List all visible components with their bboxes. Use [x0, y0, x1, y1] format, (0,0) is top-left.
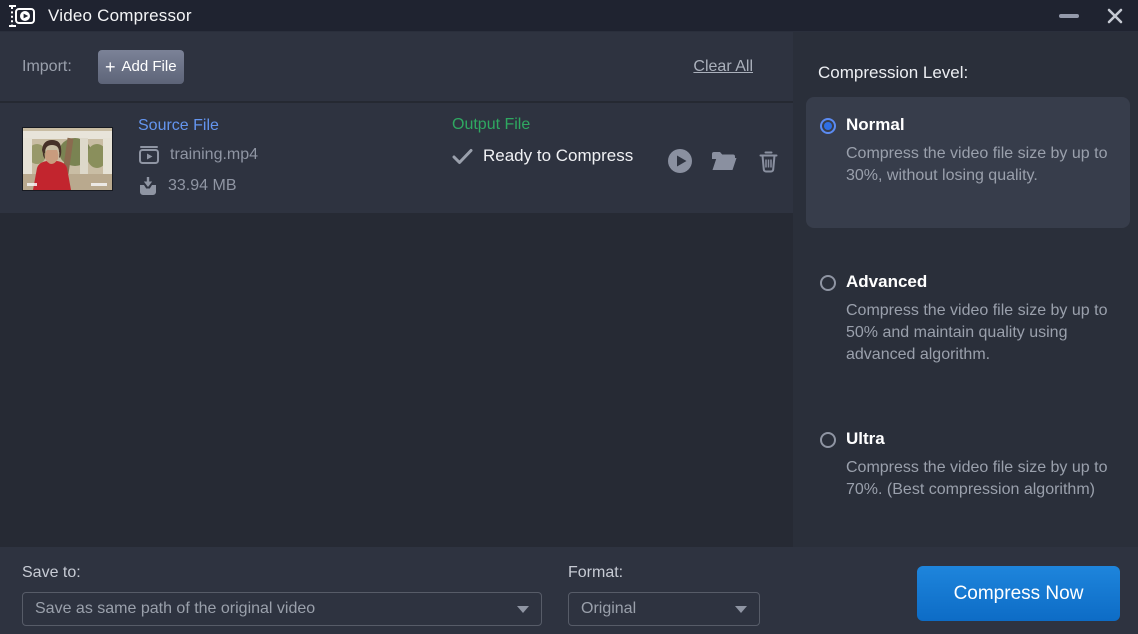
- import-label: Import:: [22, 58, 72, 76]
- play-button[interactable]: [666, 147, 694, 175]
- radio-normal[interactable]: [820, 118, 836, 134]
- add-file-label: Add File: [122, 58, 177, 75]
- radio-ultra[interactable]: [820, 432, 836, 448]
- open-folder-button[interactable]: [710, 147, 738, 175]
- play-circle-icon: [667, 148, 693, 174]
- compression-option-advanced[interactable]: Advanced Compress the video file size by…: [806, 272, 1130, 366]
- minimize-icon: [1059, 14, 1079, 18]
- check-icon: [452, 148, 473, 165]
- video-compressor-window: Video Compressor Import: + Add File Clea…: [0, 0, 1138, 634]
- folder-open-icon: [711, 151, 737, 171]
- source-file-label: Source File: [138, 117, 258, 135]
- save-to-select[interactable]: Save as same path of the original video: [22, 592, 542, 626]
- video-thumbnail[interactable]: [22, 127, 113, 191]
- window-controls: [1046, 0, 1138, 32]
- compress-now-button[interactable]: Compress Now: [917, 566, 1120, 621]
- import-toolbar: Import: + Add File Clear All: [0, 32, 793, 101]
- format-value: Original: [581, 600, 735, 618]
- compression-option-normal[interactable]: Normal Compress the video file size by u…: [806, 97, 1130, 228]
- option-normal-label: Normal: [846, 115, 1118, 135]
- compression-panel: Compression Level: Normal Compress the v…: [793, 32, 1138, 547]
- radio-advanced[interactable]: [820, 275, 836, 291]
- option-ultra-label: Ultra: [846, 429, 1118, 449]
- chevron-down-icon: [517, 606, 529, 613]
- minimize-button[interactable]: [1046, 0, 1092, 32]
- save-to-value: Save as same path of the original video: [35, 600, 517, 618]
- footer-bar: Save to: Save as same path of the origin…: [0, 547, 1138, 634]
- option-advanced-description: Compress the video file size by up to 50…: [846, 300, 1118, 366]
- window-title: Video Compressor: [48, 6, 192, 26]
- file-size: 33.94 MB: [168, 177, 236, 195]
- delete-button[interactable]: [754, 147, 782, 175]
- compression-heading: Compression Level:: [818, 63, 968, 83]
- add-file-button[interactable]: + Add File: [98, 50, 184, 84]
- file-actions: [666, 147, 782, 175]
- file-name: training.mp4: [170, 146, 258, 164]
- trash-icon: [759, 150, 778, 173]
- video-file-icon: [138, 145, 160, 165]
- titlebar: Video Compressor: [0, 0, 1138, 32]
- file-list-panel: Import: + Add File Clear All: [0, 32, 793, 547]
- chevron-down-icon: [735, 606, 747, 613]
- close-icon: [1106, 7, 1124, 25]
- output-file-info: Output File Ready to Compress: [452, 116, 633, 166]
- clear-all-link[interactable]: Clear All: [693, 58, 753, 76]
- option-advanced-label: Advanced: [846, 272, 1118, 292]
- close-button[interactable]: [1092, 0, 1138, 32]
- output-file-label: Output File: [452, 116, 633, 134]
- plus-icon: +: [105, 58, 116, 76]
- source-file-info: Source File training.mp4 33.94: [138, 117, 258, 197]
- compression-option-ultra[interactable]: Ultra Compress the video file size by up…: [806, 429, 1130, 501]
- file-row: Source File training.mp4 33.94: [0, 103, 793, 213]
- format-label: Format:: [568, 564, 623, 582]
- option-normal-description: Compress the video file size by up to 30…: [846, 143, 1118, 187]
- save-to-label: Save to:: [22, 564, 81, 582]
- status-text: Ready to Compress: [483, 146, 633, 166]
- option-ultra-description: Compress the video file size by up to 70…: [846, 457, 1118, 501]
- format-select[interactable]: Original: [568, 592, 760, 626]
- file-size-icon: [138, 177, 158, 196]
- app-logo-icon: [8, 3, 36, 29]
